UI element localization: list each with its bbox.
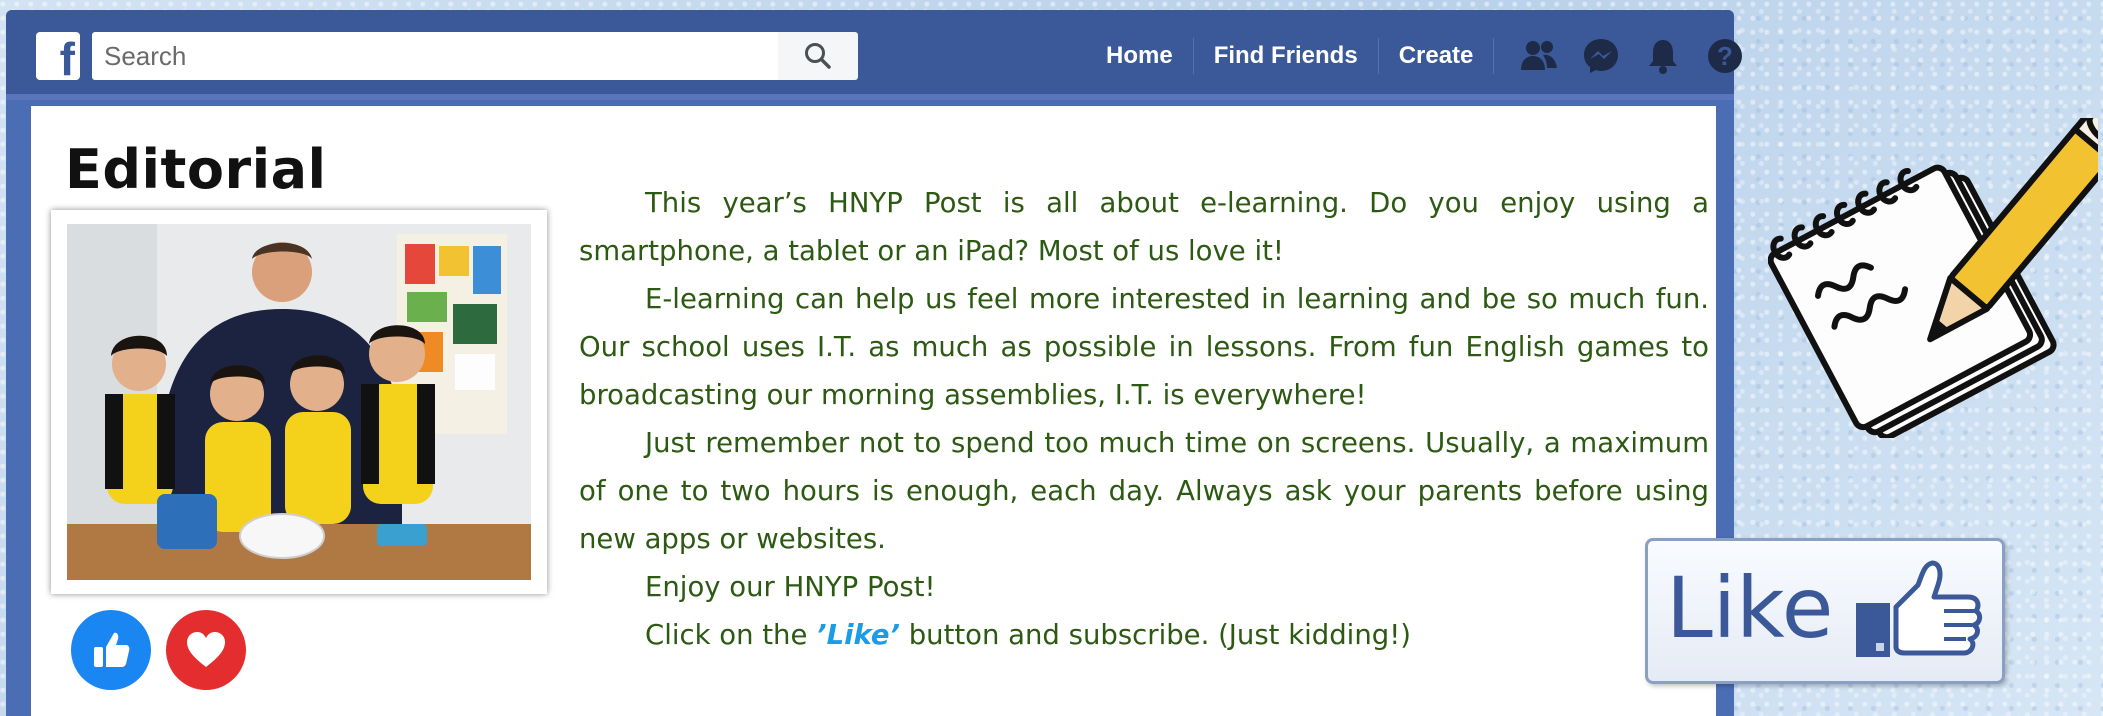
svg-text:?: ? (1717, 41, 1733, 71)
like-emphasis-text: ’Like’ (816, 619, 900, 651)
friends-icon (1521, 41, 1558, 70)
article-paragraph: This year’s HNYP Post is all about e-lea… (579, 187, 1709, 267)
search-icon (805, 43, 831, 69)
photo-frame (51, 210, 547, 594)
search-input[interactable] (92, 32, 784, 80)
like-button-label: Like (1666, 559, 1834, 657)
editorial-panel: Editorial This year’s HNYP Post is all a… (31, 106, 1716, 716)
notepad-pencil-illustration (1767, 111, 2103, 441)
nav-find-friends[interactable]: Find Friends (1194, 32, 1378, 80)
help-icon: ? (1708, 39, 1743, 73)
friend-requests-button[interactable] (1508, 32, 1570, 80)
love-reaction-button[interactable] (166, 610, 246, 690)
class-photo (67, 224, 531, 580)
article-paragraph: E-learning can help us feel more interes… (579, 283, 1709, 411)
thumbs-up-icon (1856, 560, 1983, 657)
closing-text-end: button and subscribe. (Just kidding!) (899, 619, 1411, 651)
article-paragraph: Enjoy our HNYP Post! (645, 571, 936, 603)
editorial-title: Editorial (65, 138, 327, 201)
nav-icon-group: ? (1508, 32, 1756, 80)
heart-icon (187, 632, 225, 667)
facebook-like-button[interactable]: Like (1645, 538, 2005, 684)
article-closing-line: Click on the ’Like’ button and subscribe… (579, 611, 1709, 659)
facebook-logo[interactable]: f (36, 32, 80, 85)
messenger-button[interactable] (1570, 32, 1632, 80)
editorial-article: This year’s HNYP Post is all about e-lea… (579, 179, 1709, 659)
facebook-window: f Home Find Friends Create (6, 10, 1743, 716)
help-button[interactable]: ? (1694, 32, 1756, 80)
messenger-icon (1584, 39, 1619, 73)
like-reaction-button[interactable] (71, 610, 151, 690)
closing-text-start: Click on the (645, 619, 817, 651)
facebook-logo-letter: f (59, 33, 75, 85)
thumbs-up-icon (94, 632, 130, 667)
nav-home[interactable]: Home (1086, 32, 1193, 80)
nav-divider (1493, 38, 1495, 74)
main-nav: Home Find Friends Create ? (1086, 32, 1756, 80)
notifications-button[interactable] (1632, 32, 1694, 80)
nav-create[interactable]: Create (1379, 32, 1494, 80)
article-paragraph: Just remember not to spend too much time… (579, 427, 1709, 555)
top-navigation-bar: f Home Find Friends Create (6, 10, 1743, 100)
notifications-icon (1649, 40, 1678, 74)
search-button[interactable] (778, 32, 858, 80)
